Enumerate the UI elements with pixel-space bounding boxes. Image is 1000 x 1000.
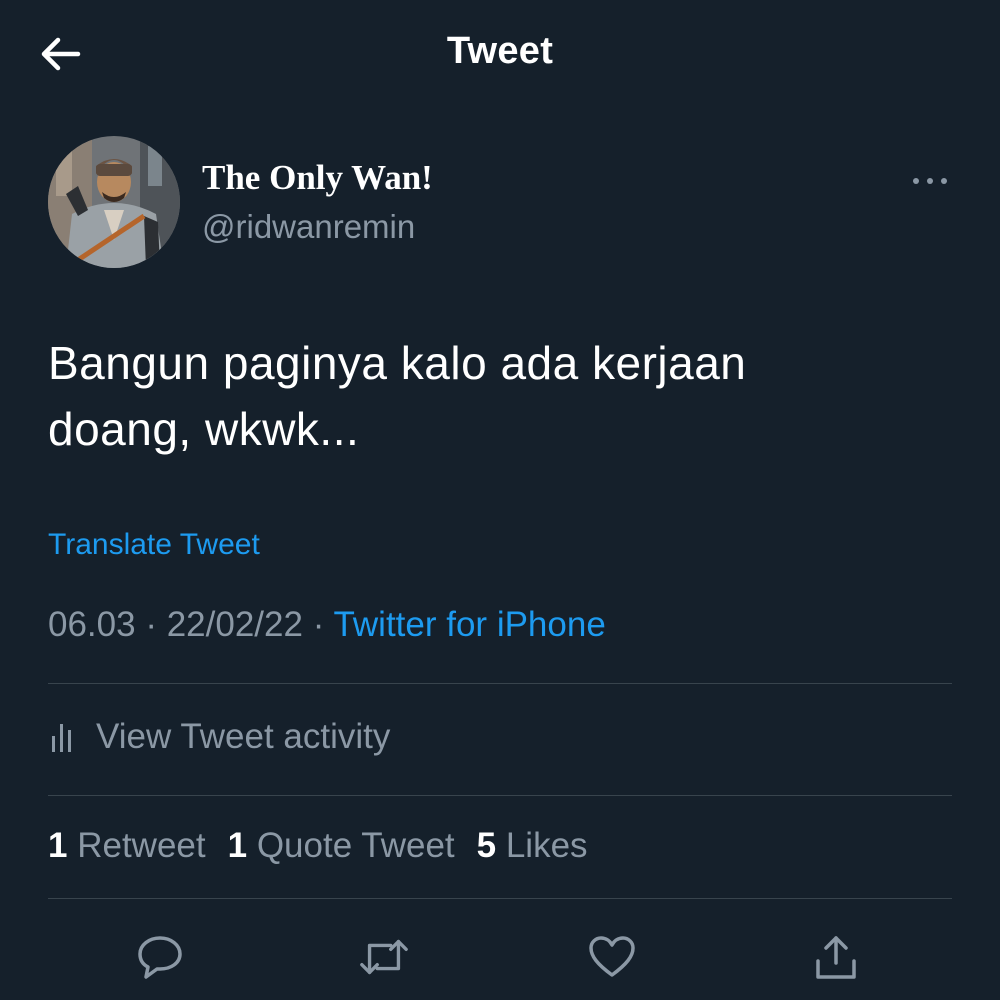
quote-tweets-label: Quote Tweet xyxy=(256,826,455,865)
likes-count: 5 xyxy=(476,826,497,865)
retweet-icon xyxy=(360,939,408,975)
reply-icon xyxy=(138,936,182,979)
likes-stat[interactable]: 5 Likes xyxy=(477,826,588,866)
translate-tweet-link[interactable]: Translate Tweet xyxy=(48,528,260,562)
page-title: Tweet xyxy=(446,30,554,72)
display-name[interactable]: The Only Wan! xyxy=(202,158,433,198)
meta-separator: · xyxy=(312,605,325,644)
retweet-button[interactable] xyxy=(358,932,410,982)
avatar[interactable] xyxy=(48,136,180,268)
retweets-count: 1 xyxy=(48,826,68,865)
tweet-time: 06.03 xyxy=(48,605,136,644)
tweet-date: 22/02/22 xyxy=(166,605,303,644)
tweet-metadata: 06.03 · 22/02/22 · Twitter for iPhone xyxy=(48,605,606,645)
divider xyxy=(48,683,952,684)
share-button[interactable] xyxy=(810,932,862,982)
tweet-text-line: doang, wkwk... xyxy=(48,403,360,455)
quote-tweets-count: 1 xyxy=(227,826,248,865)
activity-label: View Tweet activity xyxy=(96,717,391,756)
like-icon xyxy=(589,936,635,977)
tweet-stats: 1 Retweet 1 Quote Tweet 5 Likes xyxy=(48,826,610,866)
more-horizontal-icon xyxy=(913,178,947,184)
tweet-text-line: Bangun paginya kalo ada kerjaan xyxy=(48,337,747,389)
retweets-stat[interactable]: 1 Retweet xyxy=(48,826,206,866)
top-bar: Tweet xyxy=(0,0,1000,110)
share-icon xyxy=(816,936,856,979)
meta-separator: · xyxy=(145,605,157,644)
activity-bars-icon xyxy=(52,724,71,752)
tweet-source-link[interactable]: Twitter for iPhone xyxy=(333,605,605,644)
tweet-text: Bangun paginya kalo ada kerjaan doang, w… xyxy=(48,330,948,462)
retweets-label: Retweet xyxy=(77,826,206,865)
quote-tweets-stat[interactable]: 1 Quote Tweet xyxy=(228,826,455,866)
tweet-author: The Only Wan! @ridwanremin xyxy=(48,136,952,270)
like-button[interactable] xyxy=(586,932,638,982)
view-tweet-activity-button[interactable]: View Tweet activity xyxy=(48,712,390,762)
divider xyxy=(48,898,952,899)
more-options-button[interactable] xyxy=(906,166,954,196)
reply-button[interactable] xyxy=(134,932,186,982)
user-handle[interactable]: @ridwanremin xyxy=(202,208,415,246)
divider xyxy=(48,795,952,796)
likes-label: Likes xyxy=(505,826,588,865)
